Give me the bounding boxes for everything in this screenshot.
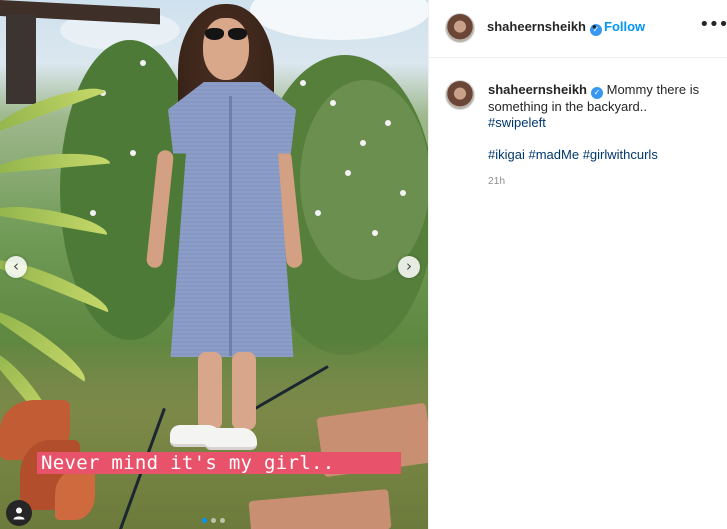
dress-placket bbox=[229, 96, 232, 356]
flower bbox=[400, 190, 406, 196]
person-leg bbox=[232, 352, 256, 430]
chevron-right-icon: › bbox=[406, 257, 412, 275]
photo-caption-overlay: Never mind it's my girl.. bbox=[37, 452, 401, 474]
caption-block: shaheernsheikh ✓ Mommy there is something… bbox=[488, 82, 720, 163]
hashtag-link[interactable]: #madMe bbox=[528, 147, 579, 162]
flower bbox=[372, 230, 378, 236]
post-header: shaheernsheikh ✓ • Follow ••• bbox=[429, 0, 727, 58]
chevron-left-icon: ‹ bbox=[13, 257, 19, 275]
post-photo[interactable]: ‹ › Never mind it's my girl.. bbox=[0, 0, 428, 529]
flower bbox=[330, 100, 336, 106]
flower bbox=[90, 210, 96, 216]
red-plant bbox=[55, 470, 95, 520]
bush bbox=[300, 80, 428, 280]
carousel-dot bbox=[220, 518, 225, 523]
header-username[interactable]: shaheernsheikh ✓ bbox=[487, 19, 602, 36]
caption-avatar[interactable] bbox=[445, 80, 475, 110]
cloud bbox=[250, 0, 428, 40]
carousel-dot bbox=[202, 518, 207, 523]
sunglasses bbox=[205, 28, 247, 40]
flower bbox=[360, 140, 366, 146]
sneaker bbox=[205, 428, 257, 450]
roof-post bbox=[6, 14, 36, 104]
person-leg bbox=[198, 352, 222, 430]
avatar[interactable] bbox=[445, 13, 475, 43]
username-text[interactable]: shaheernsheikh bbox=[487, 19, 586, 34]
carousel-dot bbox=[211, 518, 216, 523]
more-options-icon[interactable]: ••• bbox=[699, 16, 727, 34]
carousel-prev-button[interactable]: ‹ bbox=[5, 256, 27, 278]
caption-text-part1: Mommy there is bbox=[606, 82, 700, 97]
post-timestamp[interactable]: 21h bbox=[488, 176, 505, 187]
carousel-indicator bbox=[202, 518, 225, 523]
caption-username[interactable]: shaheernsheikh bbox=[488, 82, 587, 97]
flower bbox=[385, 120, 391, 126]
dress bbox=[168, 82, 296, 357]
flower bbox=[300, 80, 306, 86]
hashtag-list: #ikigai #madMe #girlwithcurls bbox=[488, 147, 720, 163]
verified-badge-icon: ✓ bbox=[591, 87, 603, 99]
separator-dot: • bbox=[592, 19, 597, 34]
caption-text-part2: something in the backyard.. bbox=[488, 99, 647, 114]
hashtag-link[interactable]: #ikigai bbox=[488, 147, 525, 162]
hashtag-link[interactable]: #girlwithcurls bbox=[583, 147, 658, 162]
post-side-panel: shaheernsheikh ✓ • Follow ••• shaheernshe… bbox=[428, 0, 727, 529]
flower bbox=[315, 210, 321, 216]
tagged-users-button[interactable] bbox=[6, 500, 32, 526]
flower bbox=[345, 170, 351, 176]
user-icon bbox=[13, 507, 25, 520]
flower bbox=[140, 60, 146, 66]
follow-button[interactable]: Follow bbox=[604, 19, 645, 34]
hashtag-link[interactable]: #swipeleft bbox=[488, 115, 720, 131]
flower bbox=[130, 150, 136, 156]
carousel-next-button[interactable]: › bbox=[398, 256, 420, 278]
